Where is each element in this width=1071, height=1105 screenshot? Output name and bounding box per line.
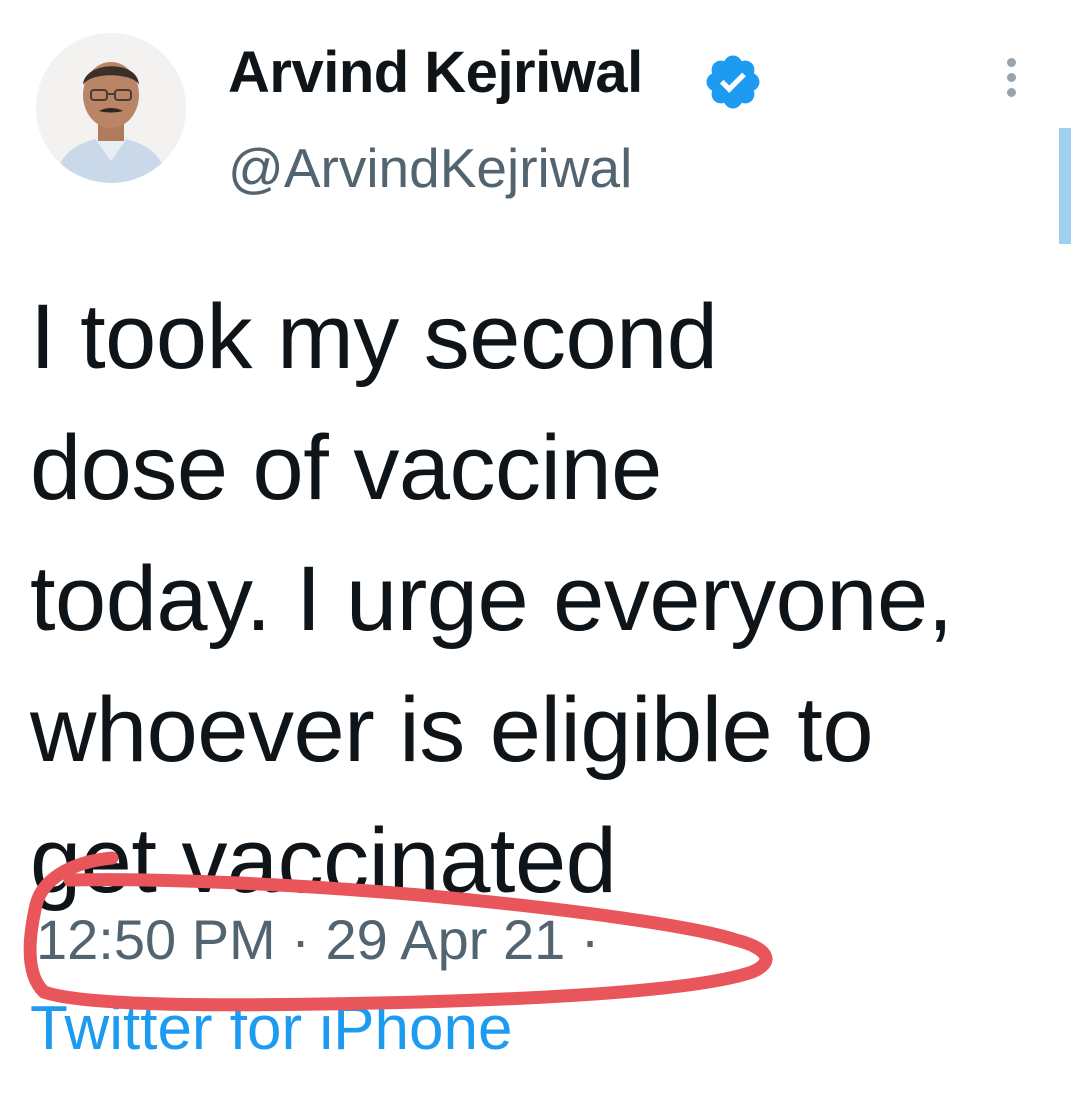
tweet-text: I took my second dose of vaccine today. … [30, 272, 1040, 927]
tweet-timestamp[interactable]: 12:50 PM · 29 Apr 21 · [36, 912, 599, 968]
display-name[interactable]: Arvind Kejriwal [228, 44, 643, 102]
tweet-text-line: whoever is eligible to [30, 679, 874, 781]
tweet-source-link[interactable]: Twitter for iPhone [30, 998, 512, 1060]
user-handle[interactable]: @ArvindKejriwal [228, 141, 632, 196]
tweet-text-line: today. I urge everyone, [30, 548, 953, 650]
meta-separator: · [580, 908, 600, 971]
avatar-photo [36, 33, 186, 183]
avatar[interactable] [36, 33, 186, 183]
tweet-time[interactable]: 12:50 PM [36, 908, 276, 971]
tweet-date[interactable]: 29 Apr 21 [325, 908, 565, 971]
tweet-text-line: dose of vaccine [30, 417, 662, 519]
verified-badge-icon [706, 55, 760, 109]
meta-separator: · [291, 908, 310, 971]
tweet-text-line: I took my second [30, 286, 718, 388]
scrollbar-thumb[interactable] [1059, 128, 1071, 244]
more-vertical-icon[interactable] [996, 58, 1026, 104]
